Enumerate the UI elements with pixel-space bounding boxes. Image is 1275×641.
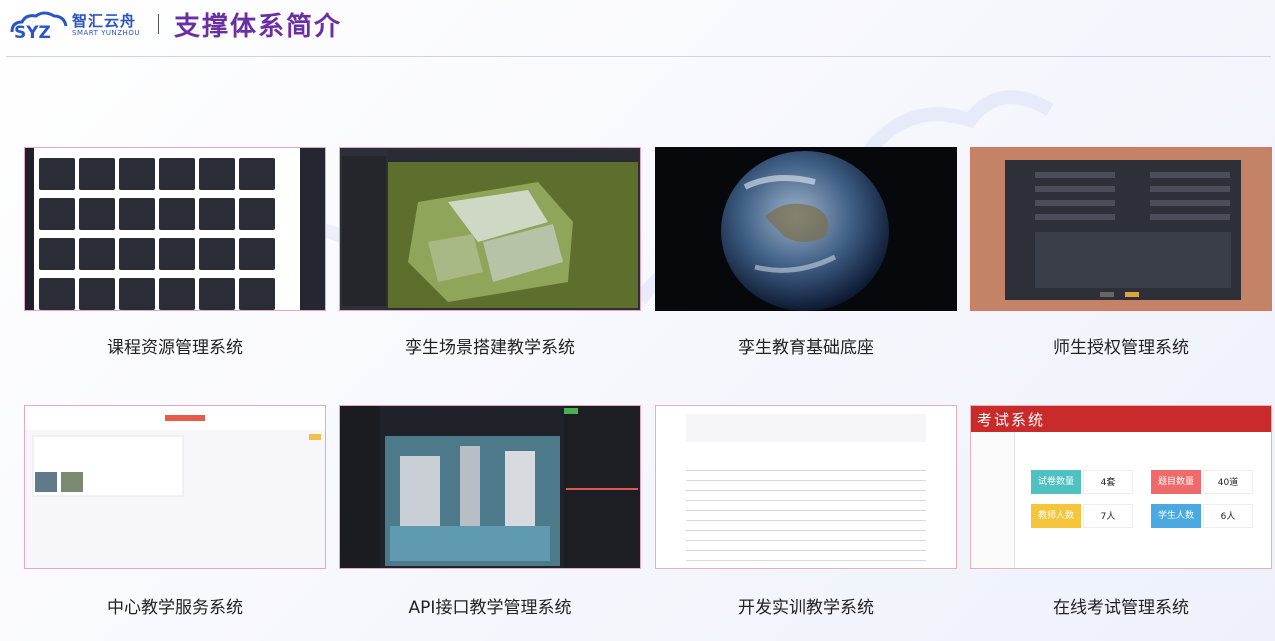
thumb-online-exam: 考试系统 试卷数量 4套 题目数量 40道 教师人数 7人 学生人数 6人 bbox=[970, 405, 1272, 569]
thumb-toolbar bbox=[388, 150, 638, 162]
thumb-tile bbox=[239, 158, 275, 190]
thumb-tile bbox=[239, 278, 275, 310]
thumb-tree-panel bbox=[342, 156, 386, 306]
exam-stat-label: 试卷数量 bbox=[1031, 470, 1081, 494]
exam-header: 考试系统 bbox=[971, 406, 1271, 432]
header-divider bbox=[158, 14, 159, 34]
thumb-tile bbox=[199, 238, 235, 270]
exam-sidebar bbox=[971, 432, 1015, 568]
thumb-tile bbox=[39, 198, 75, 230]
thumb-api-layout bbox=[340, 406, 640, 568]
thumb-api-management bbox=[339, 405, 641, 569]
logo-text-en: SMART YUNZHOU bbox=[72, 29, 140, 37]
thumb-course-resources bbox=[24, 147, 326, 311]
thumb-tile bbox=[239, 238, 275, 270]
exam-stat-label: 题目数量 bbox=[1151, 470, 1201, 494]
page-header: SYZ 智汇云舟 SMART YUNZHOU 支撑体系简介 bbox=[0, 0, 1275, 56]
thumb-twin-scene bbox=[339, 147, 641, 311]
card-caption: 中心教学服务系统 bbox=[107, 598, 243, 618]
thumb-tile bbox=[79, 198, 115, 230]
exam-stat-label: 学生人数 bbox=[1151, 504, 1201, 528]
thumb-tile bbox=[119, 238, 155, 270]
thumb-tile bbox=[199, 278, 235, 310]
thumb-tile bbox=[199, 158, 235, 190]
exam-stat-value: 7人 bbox=[1083, 504, 1133, 528]
thumb-tile bbox=[79, 278, 115, 310]
thumb-tile bbox=[199, 198, 235, 230]
thumb-tile bbox=[159, 158, 195, 190]
thumb-service-layout bbox=[25, 406, 325, 497]
thumb-tile bbox=[39, 278, 75, 310]
thumb-tile bbox=[39, 158, 75, 190]
card-caption: 孪生教育基础底座 bbox=[738, 338, 874, 358]
thumb-tile bbox=[159, 238, 195, 270]
thumb-side-panel bbox=[300, 148, 325, 310]
thumb-form-lines bbox=[1035, 172, 1231, 297]
header-rule bbox=[6, 56, 1271, 57]
exam-stat-value: 40道 bbox=[1203, 470, 1253, 494]
thumb-dev-training bbox=[655, 405, 957, 569]
campus-model-icon bbox=[408, 182, 573, 302]
thumb-3d-view bbox=[388, 162, 638, 308]
exam-stat-label: 教师人数 bbox=[1031, 504, 1081, 528]
exam-brand: 考试系统 bbox=[977, 411, 1046, 429]
thumb-tile bbox=[39, 238, 75, 270]
thumb-tile bbox=[79, 238, 115, 270]
thumb-tile bbox=[119, 158, 155, 190]
card-caption: 在线考试管理系统 bbox=[1053, 598, 1189, 618]
svg-text:SYZ: SYZ bbox=[14, 23, 51, 42]
thumb-authorization bbox=[970, 147, 1272, 311]
exam-stat-value: 4套 bbox=[1083, 470, 1133, 494]
exam-stat-value: 6人 bbox=[1203, 504, 1253, 528]
thumb-twin-base bbox=[655, 147, 957, 311]
card-caption: 开发实训教学系统 bbox=[738, 598, 874, 618]
thumb-tile bbox=[79, 158, 115, 190]
thumb-tile bbox=[159, 198, 195, 230]
thumb-tile bbox=[239, 198, 275, 230]
card-caption: API接口教学管理系统 bbox=[408, 598, 572, 618]
thumb-rail bbox=[25, 148, 34, 310]
page-title: 支撑体系简介 bbox=[174, 12, 343, 42]
thumb-tile bbox=[119, 278, 155, 310]
globe-icon bbox=[721, 151, 889, 311]
thumb-center-service bbox=[24, 405, 326, 569]
logo-text-cn: 智汇云舟 bbox=[72, 12, 137, 30]
thumb-tile bbox=[119, 198, 155, 230]
thumb-doc-layout bbox=[686, 414, 926, 561]
card-caption: 孪生场景搭建教学系统 bbox=[405, 338, 575, 358]
thumb-tile bbox=[159, 278, 195, 310]
card-caption: 课程资源管理系统 bbox=[107, 338, 243, 358]
thumb-modal bbox=[1005, 160, 1241, 300]
card-caption: 师生授权管理系统 bbox=[1053, 338, 1189, 358]
